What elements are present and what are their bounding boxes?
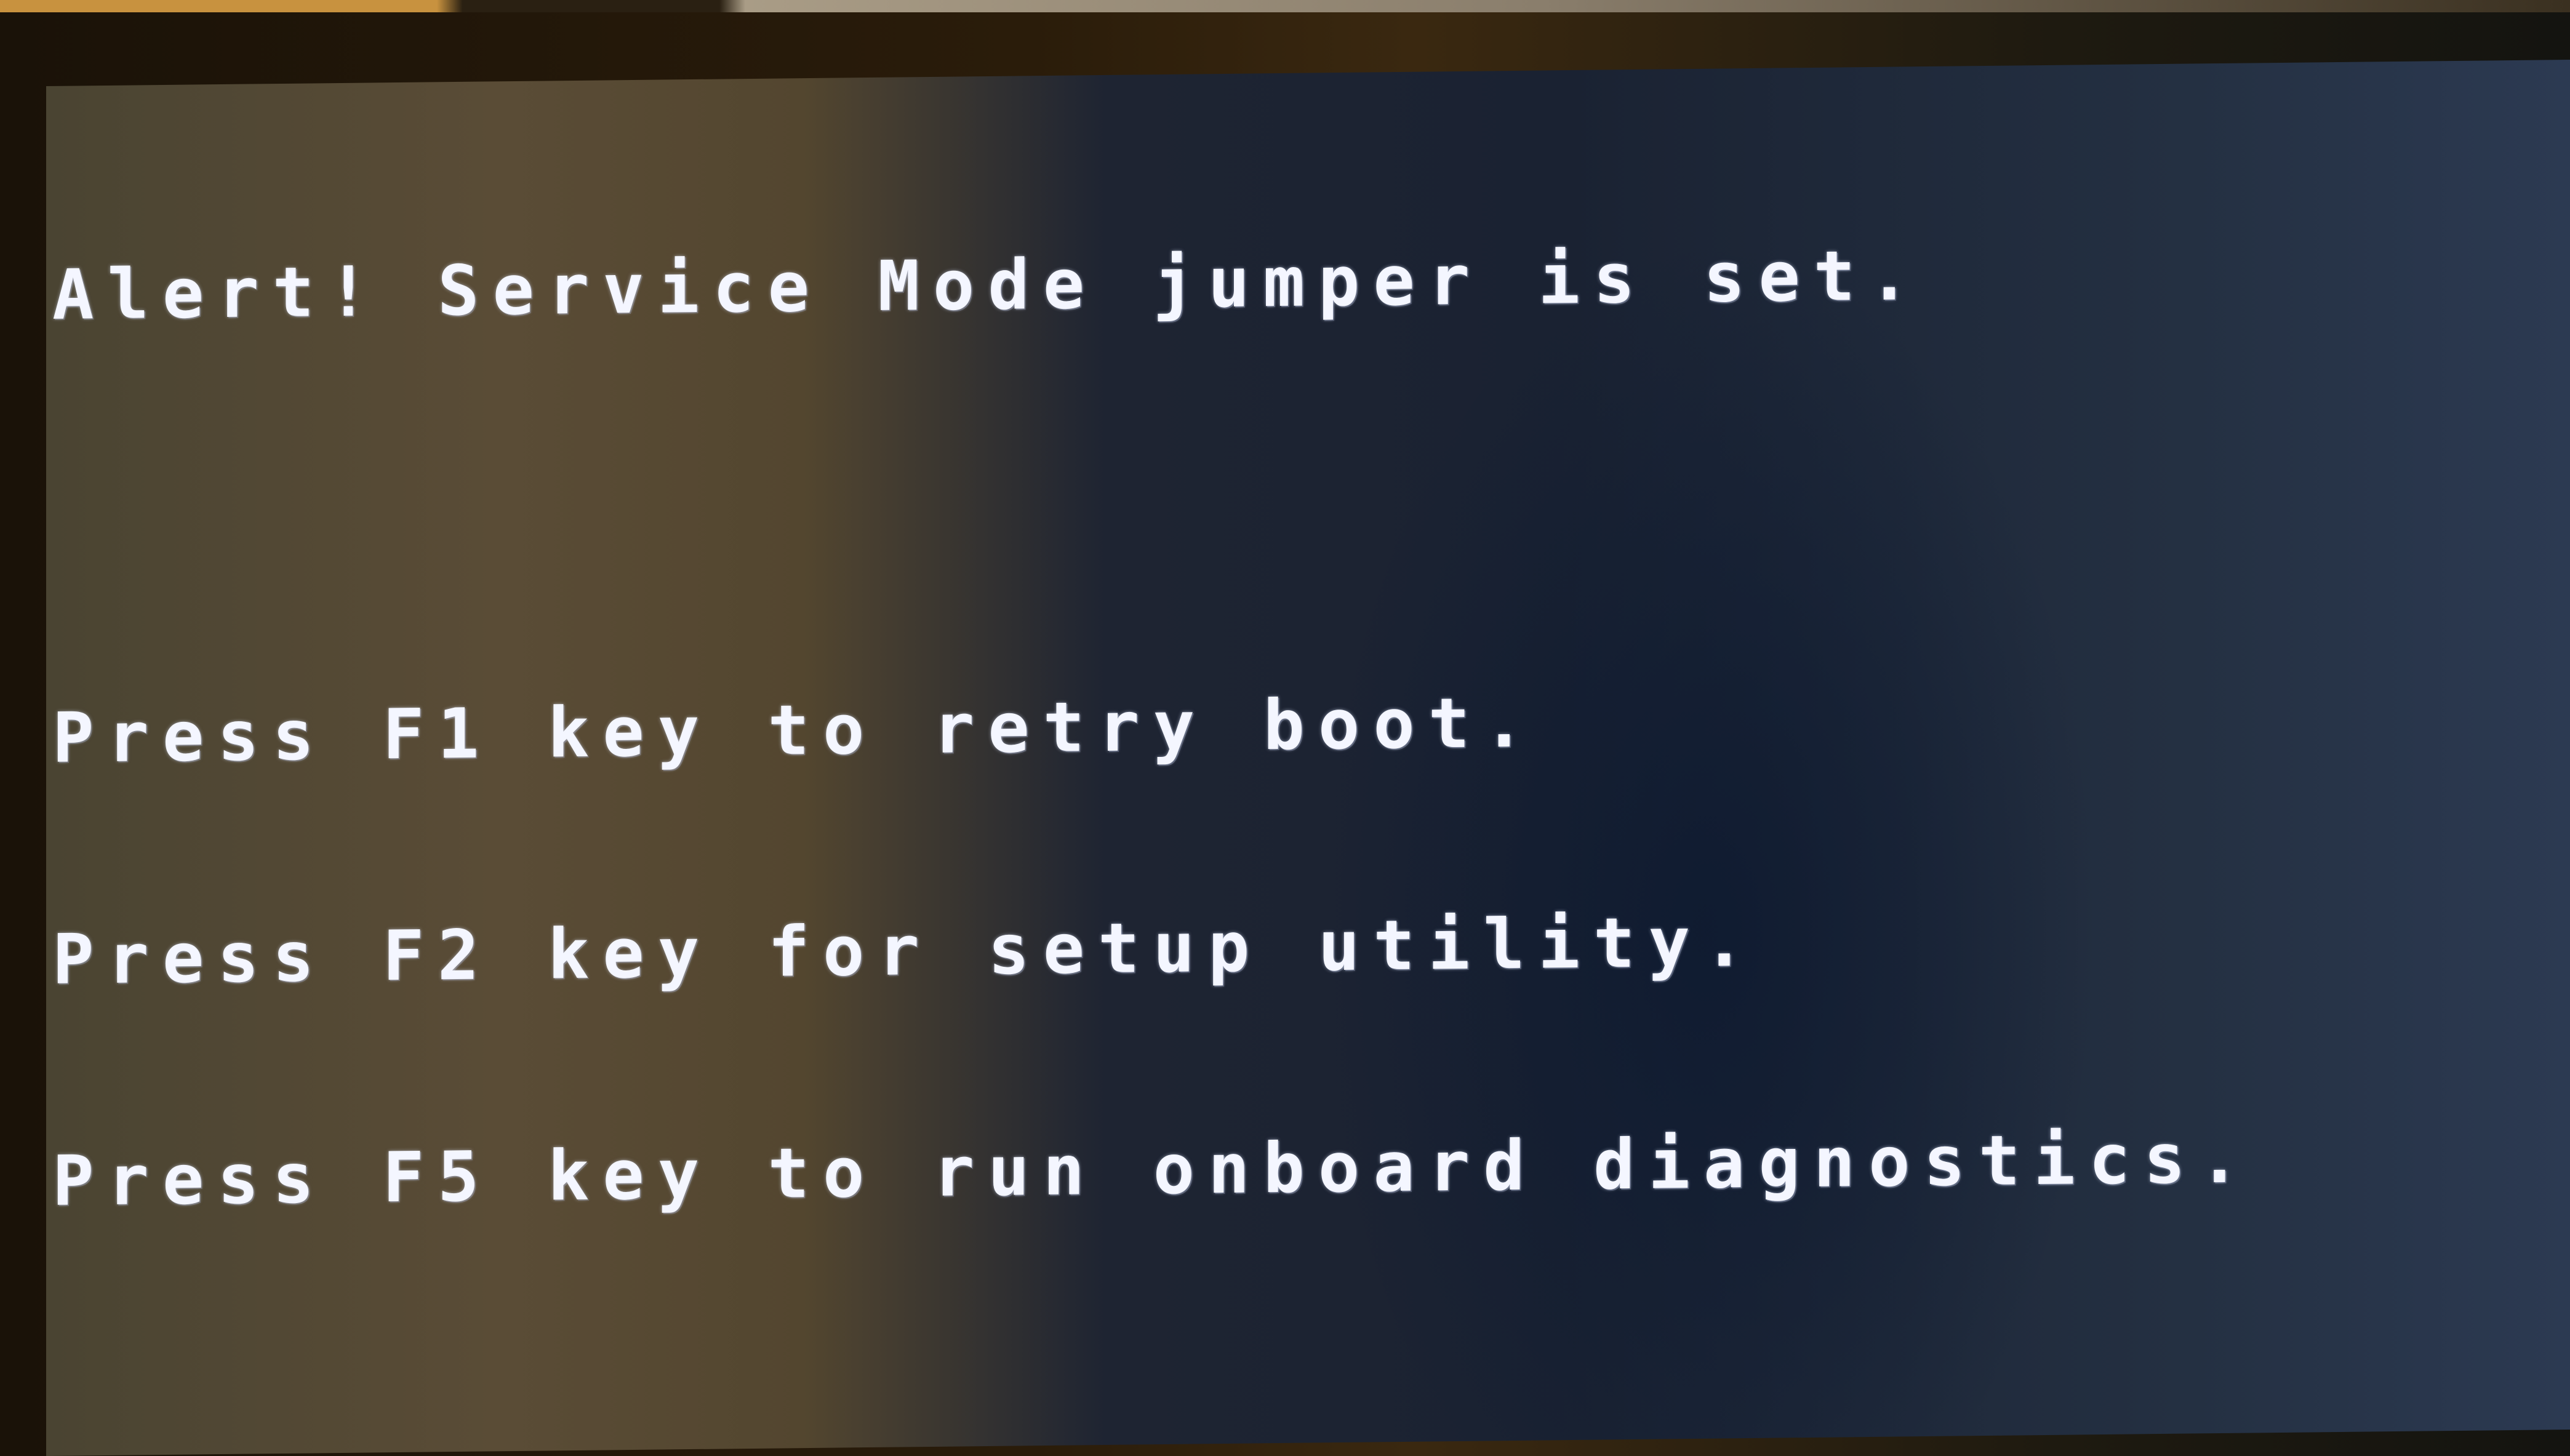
alert-message: Alert! Service Mode jumper is set. — [52, 236, 1924, 335]
option-f5-diagnostics[interactable]: Press F5 key to run onboard diagnostics. — [52, 1118, 2254, 1221]
option-f2-setup-utility[interactable]: Press F2 key for setup utility. — [52, 900, 2254, 1000]
console-text: Alert! Service Mode jumper is set. Press… — [52, 87, 2254, 1366]
bios-screen: Alert! Service Mode jumper is set. Press… — [46, 60, 2570, 1456]
option-f1-retry-boot[interactable]: Press F1 key to retry boot. — [52, 678, 2254, 778]
background-wall — [0, 0, 2570, 12]
